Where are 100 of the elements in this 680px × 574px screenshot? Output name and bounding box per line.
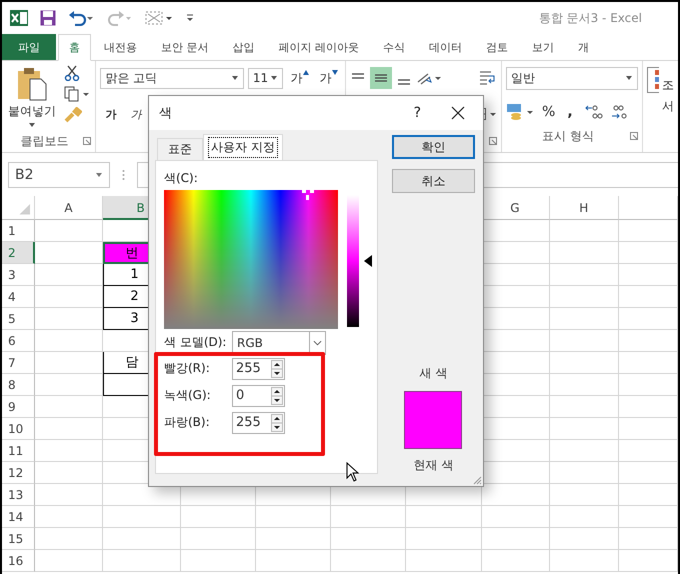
color-model-dropdown[interactable]: RGB xyxy=(232,330,326,354)
luminance-slider[interactable] xyxy=(347,195,372,327)
table-cell xyxy=(34,550,104,572)
ribbon-tab[interactable]: 삽입 xyxy=(222,34,266,60)
file-tab[interactable]: 파일 xyxy=(2,34,56,60)
excel-logo-icon[interactable] xyxy=(10,10,28,26)
row-header[interactable]: 3 xyxy=(2,264,35,286)
row-header[interactable]: 5 xyxy=(2,308,35,330)
font-size-dropdown[interactable]: 11 xyxy=(248,68,284,88)
column-header[interactable]: H xyxy=(550,196,619,220)
table-cell xyxy=(482,550,550,572)
caret-icon xyxy=(95,172,103,178)
table-cell xyxy=(34,308,104,330)
caret-icon xyxy=(28,122,36,128)
ribbon-tab[interactable]: 내전용 xyxy=(93,34,148,60)
cancel-button[interactable]: 취소 xyxy=(392,169,475,193)
scissors-icon[interactable] xyxy=(64,65,80,81)
table-cell xyxy=(482,506,550,528)
table-cell xyxy=(34,374,104,396)
currency-icon[interactable] xyxy=(506,103,534,121)
comma-button[interactable]: , xyxy=(563,104,577,120)
table-cell xyxy=(618,550,678,572)
conditional-format-button[interactable]: 조 서 xyxy=(662,67,674,152)
copy-icon[interactable] xyxy=(64,86,90,102)
ok-button[interactable]: 확인 xyxy=(392,135,475,159)
ribbon-tab[interactable]: 보기 xyxy=(521,34,565,60)
table-cell xyxy=(34,484,104,506)
row-header[interactable]: 4 xyxy=(2,286,35,308)
field-label: 녹색(G): xyxy=(164,387,212,404)
font-name-dropdown[interactable]: 맑은 고딕 xyxy=(100,68,244,88)
table-cell xyxy=(550,220,619,242)
row-header[interactable]: 13 xyxy=(2,484,35,506)
ribbon-tab[interactable]: 수식 xyxy=(372,34,416,60)
row-header[interactable]: 10 xyxy=(2,418,35,440)
table-cell xyxy=(618,308,678,330)
table-cell xyxy=(618,264,678,286)
help-button[interactable]: ? xyxy=(414,105,421,121)
row-header[interactable]: 11 xyxy=(2,440,35,462)
increase-font-button[interactable]: 가 xyxy=(287,70,312,86)
row-header[interactable]: 15 xyxy=(2,528,35,550)
table-cell xyxy=(550,484,619,506)
table-cell xyxy=(550,352,619,374)
row-header[interactable]: 7 xyxy=(2,352,35,374)
ribbon-tab[interactable]: 검토 xyxy=(475,34,519,60)
align-middle-icon[interactable] xyxy=(370,67,392,89)
table-cell xyxy=(550,286,619,308)
spin-arrows-icon xyxy=(271,386,283,404)
close-icon[interactable] xyxy=(451,106,465,120)
undo-icon[interactable] xyxy=(68,10,94,26)
number-spinner[interactable]: 255 xyxy=(232,412,285,434)
table-cell xyxy=(618,528,678,550)
spin-arrows-icon xyxy=(271,414,283,432)
ribbon-tab[interactable]: 홈 xyxy=(58,34,91,61)
ribbon-tab[interactable]: 페이지 레이아웃 xyxy=(268,34,370,60)
new-color-label: 새 색 xyxy=(420,365,448,382)
caret-icon xyxy=(625,75,633,81)
dialog-tab[interactable]: 표준 xyxy=(157,138,203,160)
row-header[interactable]: 16 xyxy=(2,550,35,572)
number-format-dropdown[interactable]: 일반 xyxy=(506,66,638,90)
increase-decimal-icon[interactable] xyxy=(584,104,603,120)
group-label: 클립보드 xyxy=(20,132,70,150)
table-cell xyxy=(618,330,678,352)
dialog-tab[interactable]: 사용자 지정 xyxy=(203,134,283,160)
percent-button[interactable]: % xyxy=(542,104,556,120)
dialog-launcher-icon[interactable] xyxy=(630,132,638,140)
bold-button[interactable]: 가 xyxy=(100,106,122,122)
table-cell xyxy=(550,330,619,352)
number-spinner[interactable]: 255 xyxy=(232,358,285,380)
table-cell xyxy=(618,418,678,440)
table-cell xyxy=(618,396,678,418)
touch-mode-icon[interactable] xyxy=(144,10,174,26)
table-cell xyxy=(34,506,104,528)
number-spinner[interactable]: 0 xyxy=(232,384,285,406)
caret-icon xyxy=(270,75,278,81)
row-header[interactable]: 2 xyxy=(2,242,35,264)
dialog-launcher-icon[interactable] xyxy=(489,137,497,145)
table-cell xyxy=(618,440,678,462)
name-box[interactable]: B2 xyxy=(8,162,110,188)
dialog-title: 색 xyxy=(159,105,172,122)
paste-button[interactable]: 붙여넣기 xyxy=(6,65,58,130)
save-icon[interactable] xyxy=(40,10,56,26)
row-header[interactable]: 9 xyxy=(2,396,35,418)
color-spectrum[interactable] xyxy=(164,190,338,329)
ribbon-tab[interactable]: 보안 문서 xyxy=(150,34,220,60)
dialog-launcher-icon[interactable] xyxy=(83,137,92,145)
italic-button[interactable]: 가 xyxy=(125,106,146,122)
table-cell xyxy=(618,506,678,528)
resize-grip-icon[interactable] xyxy=(472,475,482,485)
wrap-text-icon[interactable] xyxy=(479,70,497,86)
customize-caret-icon[interactable] xyxy=(186,14,194,22)
row-header[interactable]: 14 xyxy=(2,506,35,528)
slider-arrow-icon[interactable] xyxy=(364,255,372,267)
conditional-format-icon[interactable] xyxy=(647,67,659,93)
row-header[interactable]: 6 xyxy=(2,330,35,352)
decrease-font-button[interactable]: 가 xyxy=(316,70,342,86)
row-header[interactable]: 12 xyxy=(2,462,35,484)
ribbon-tab[interactable]: 개 xyxy=(567,34,600,60)
row-header[interactable]: 8 xyxy=(2,374,35,396)
ribbon-tab[interactable]: 데이터 xyxy=(418,34,473,60)
decrease-decimal-icon[interactable] xyxy=(610,104,629,120)
